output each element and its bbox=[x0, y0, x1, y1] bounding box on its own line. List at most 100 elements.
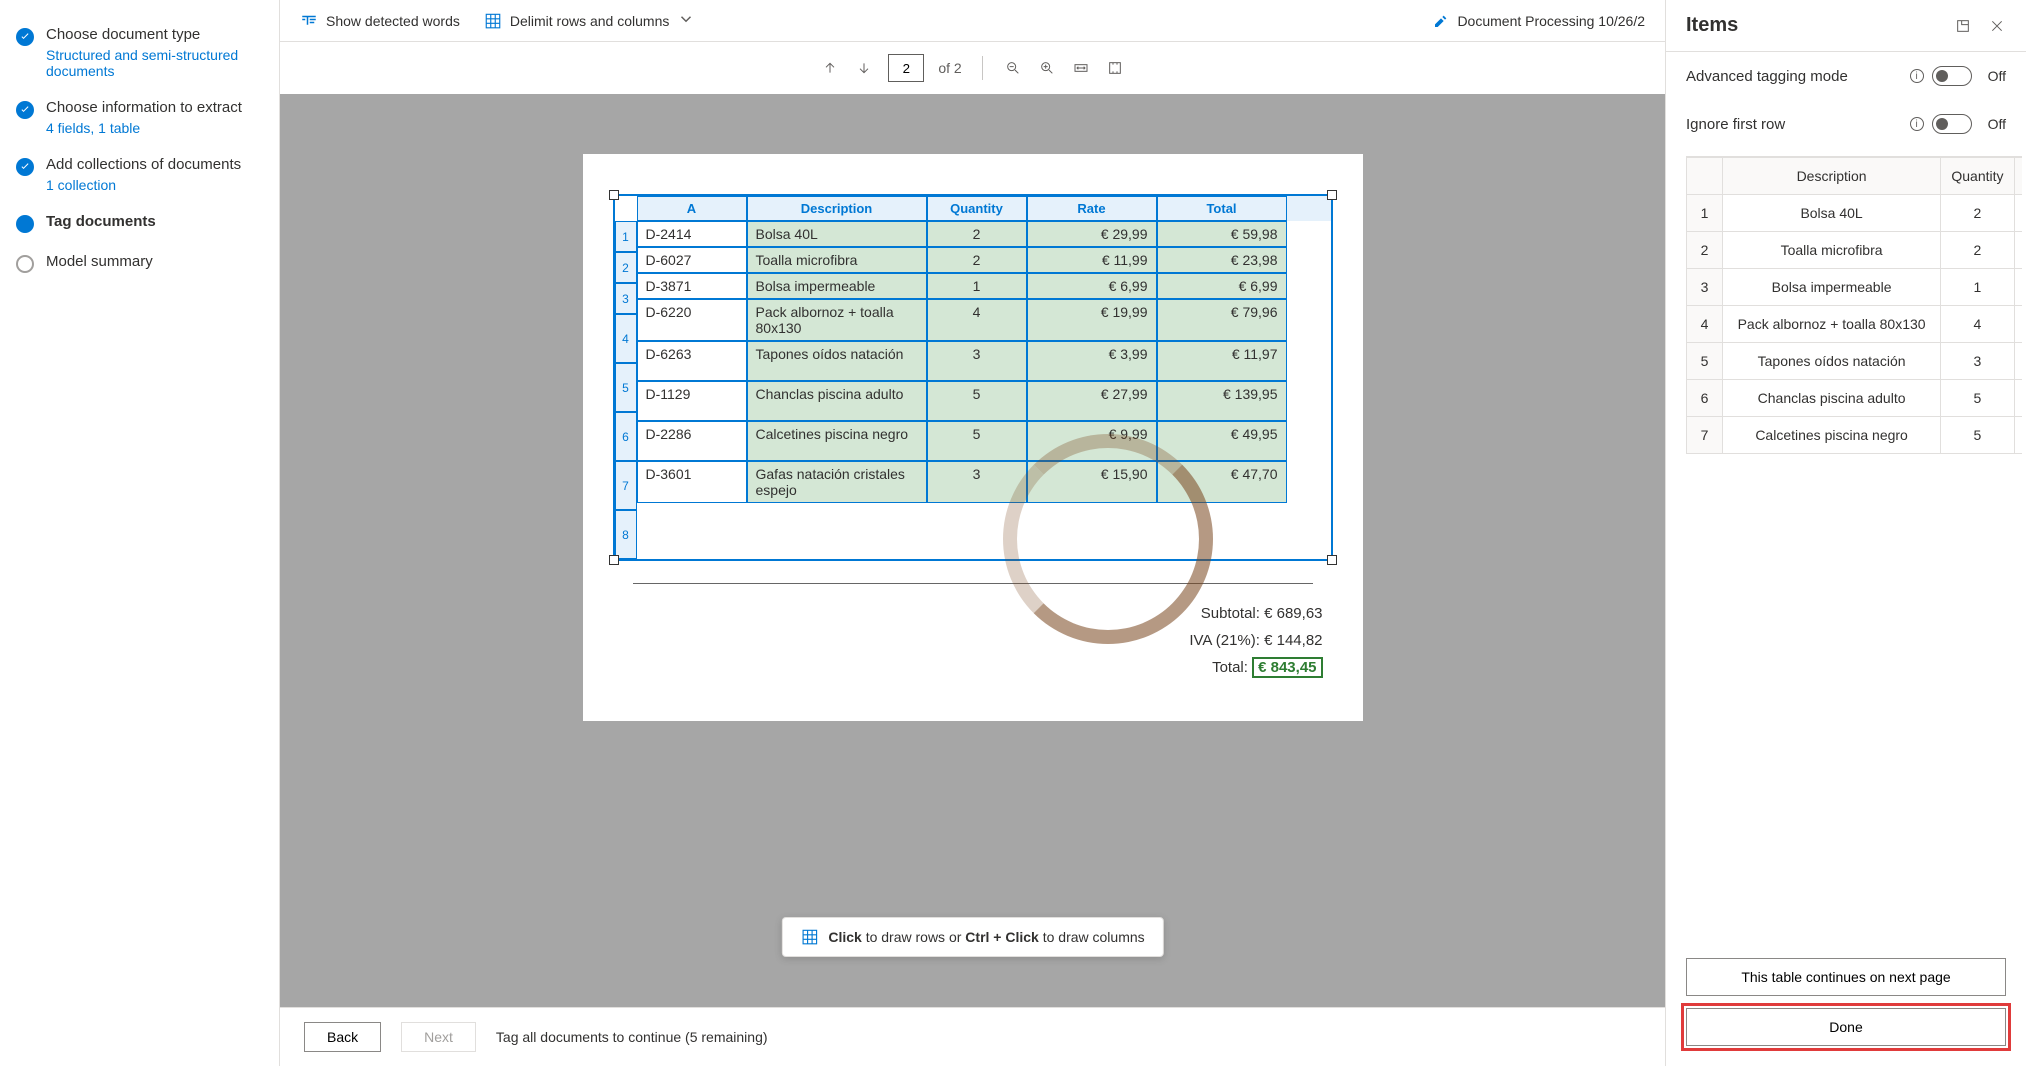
grid-cell[interactable]: Pack albornoz + toalla 80x130 bbox=[747, 299, 927, 341]
grid-cell[interactable]: € 29,99 bbox=[1027, 221, 1157, 247]
items-table-cell[interactable]: 5 bbox=[1687, 343, 1723, 380]
grid-cell[interactable]: 2 bbox=[927, 221, 1027, 247]
grid-row-number[interactable]: 3 bbox=[615, 283, 637, 314]
grid-cell[interactable]: € 49,95 bbox=[1157, 421, 1287, 461]
grid-cell[interactable]: Bolsa 40L bbox=[747, 221, 927, 247]
resize-handle-icon[interactable] bbox=[1327, 555, 1337, 565]
step-item[interactable]: Choose document typeStructured and semi-… bbox=[12, 16, 267, 89]
grid-cell[interactable]: € 3,99 bbox=[1027, 341, 1157, 381]
grid-row-number[interactable]: 1 bbox=[615, 221, 637, 252]
page-number-input[interactable] bbox=[888, 54, 924, 82]
canvas-scroll-area[interactable]: ADescriptionQuantityRateTotal 12345678 D… bbox=[280, 94, 1665, 1007]
resize-handle-icon[interactable] bbox=[609, 190, 619, 200]
grid-cell[interactable]: € 11,99 bbox=[1027, 247, 1157, 273]
resize-handle-icon[interactable] bbox=[609, 555, 619, 565]
document-name[interactable]: Document Processing 10/26/2 bbox=[1433, 13, 1645, 29]
grid-cell[interactable]: Tapones oídos natación bbox=[747, 341, 927, 381]
info-icon[interactable]: i bbox=[1910, 69, 1924, 83]
grid-cell[interactable]: € 6,99 bbox=[1027, 273, 1157, 299]
items-table-cell[interactable]: 7 bbox=[1687, 417, 1723, 454]
items-table-header[interactable]: Rat bbox=[2014, 158, 2022, 195]
items-table-cell[interactable]: 3 bbox=[1687, 269, 1723, 306]
items-table-cell[interactable]: 2 bbox=[1941, 195, 2015, 232]
grid-cell[interactable]: € 47,70 bbox=[1157, 461, 1287, 503]
items-table-cell[interactable]: € 9,9 bbox=[2014, 417, 2022, 454]
grid-cell[interactable]: 5 bbox=[927, 421, 1027, 461]
items-table-cell[interactable]: € 11, bbox=[2014, 232, 2022, 269]
items-table-cell[interactable]: Pack albornoz + toalla 80x130 bbox=[1723, 306, 1941, 343]
items-table-cell[interactable]: € 29, bbox=[2014, 195, 2022, 232]
grid-cell[interactable]: € 23,98 bbox=[1157, 247, 1287, 273]
grid-cell[interactable]: € 9,99 bbox=[1027, 421, 1157, 461]
ignore-first-row-toggle[interactable] bbox=[1932, 114, 1972, 134]
items-table-cell[interactable]: Calcetines piscina negro bbox=[1723, 417, 1941, 454]
items-table-cell[interactable]: 5 bbox=[1941, 380, 2015, 417]
info-icon[interactable]: i bbox=[1910, 117, 1924, 131]
grid-row-number[interactable]: 6 bbox=[615, 412, 637, 461]
show-detected-words-button[interactable]: Show detected words bbox=[300, 12, 460, 30]
grid-cell[interactable]: Toalla microfibra bbox=[747, 247, 927, 273]
items-table-cell[interactable]: 5 bbox=[1941, 417, 2015, 454]
items-table-header[interactable] bbox=[1687, 158, 1723, 195]
items-table-cell[interactable]: 4 bbox=[1687, 306, 1723, 343]
items-table-cell[interactable]: € 6,9 bbox=[2014, 269, 2022, 306]
zoom-in-icon[interactable] bbox=[1037, 58, 1057, 78]
delimit-rows-columns-button[interactable]: Delimit rows and columns bbox=[484, 10, 696, 31]
items-table-cell[interactable]: 1 bbox=[1941, 269, 2015, 306]
grid-cell[interactable]: D-2414 bbox=[637, 221, 747, 247]
items-table-cell[interactable]: € 19, bbox=[2014, 306, 2022, 343]
grid-cell[interactable]: € 139,95 bbox=[1157, 381, 1287, 421]
items-table-cell[interactable]: 1 bbox=[1687, 195, 1723, 232]
grid-cell[interactable]: € 27,99 bbox=[1027, 381, 1157, 421]
resize-handle-icon[interactable] bbox=[1327, 190, 1337, 200]
grid-cell[interactable]: D-1129 bbox=[637, 381, 747, 421]
grid-cell[interactable]: € 11,97 bbox=[1157, 341, 1287, 381]
items-table-cell[interactable]: Chanclas piscina adulto bbox=[1723, 380, 1941, 417]
grid-cell[interactable]: D-3871 bbox=[637, 273, 747, 299]
items-table-header[interactable]: Quantity bbox=[1941, 158, 2015, 195]
continues-next-page-button[interactable]: This table continues on next page bbox=[1686, 958, 2006, 996]
table-selection-overlay[interactable]: ADescriptionQuantityRateTotal 12345678 D… bbox=[613, 194, 1333, 561]
items-table-cell[interactable]: 6 bbox=[1687, 380, 1723, 417]
page-down-icon[interactable] bbox=[854, 58, 874, 78]
grid-column-header[interactable]: Total bbox=[1157, 196, 1287, 221]
grid-row-number[interactable]: 5 bbox=[615, 363, 637, 412]
grid-cell[interactable]: 1 bbox=[927, 273, 1027, 299]
grid-cell[interactable]: Gafas natación cristales espejo bbox=[747, 461, 927, 503]
grid-cell[interactable]: € 59,98 bbox=[1157, 221, 1287, 247]
total-tagged-value[interactable]: € 843,45 bbox=[1252, 657, 1322, 678]
step-item[interactable]: Add collections of documents1 collection bbox=[12, 146, 267, 203]
grid-row-number[interactable]: 7 bbox=[615, 461, 637, 510]
close-icon[interactable] bbox=[1988, 17, 2006, 35]
grid-cell[interactable]: 5 bbox=[927, 381, 1027, 421]
advanced-tagging-toggle[interactable] bbox=[1932, 66, 1972, 86]
grid-cell[interactable]: 3 bbox=[927, 341, 1027, 381]
grid-cell[interactable]: Calcetines piscina negro bbox=[747, 421, 927, 461]
grid-cell[interactable]: Bolsa impermeable bbox=[747, 273, 927, 299]
grid-cell[interactable]: 3 bbox=[927, 461, 1027, 503]
items-table-cell[interactable]: Tapones oídos natación bbox=[1723, 343, 1941, 380]
fit-page-icon[interactable] bbox=[1105, 58, 1125, 78]
grid-cell[interactable]: € 6,99 bbox=[1157, 273, 1287, 299]
step-item[interactable]: Model summary bbox=[12, 243, 267, 283]
grid-cell[interactable]: Chanclas piscina adulto bbox=[747, 381, 927, 421]
grid-column-header[interactable]: A bbox=[637, 196, 747, 221]
items-table-cell[interactable]: Bolsa impermeable bbox=[1723, 269, 1941, 306]
popout-icon[interactable] bbox=[1954, 17, 1972, 35]
items-table-cell[interactable]: Bolsa 40L bbox=[1723, 195, 1941, 232]
items-table-cell[interactable]: € 3,9 bbox=[2014, 343, 2022, 380]
items-table-cell[interactable]: 4 bbox=[1941, 306, 2015, 343]
items-table-cell[interactable]: 2 bbox=[1687, 232, 1723, 269]
items-table-cell[interactable]: Toalla microfibra bbox=[1723, 232, 1941, 269]
step-item[interactable]: Choose information to extract4 fields, 1… bbox=[12, 89, 267, 146]
grid-cell[interactable]: D-2286 bbox=[637, 421, 747, 461]
items-table-header[interactable]: Description bbox=[1723, 158, 1941, 195]
done-button[interactable]: Done bbox=[1686, 1008, 2006, 1046]
grid-cell[interactable]: 2 bbox=[927, 247, 1027, 273]
grid-cell[interactable]: D-6027 bbox=[637, 247, 747, 273]
grid-cell[interactable]: € 79,96 bbox=[1157, 299, 1287, 341]
step-item[interactable]: Tag documents bbox=[12, 203, 267, 243]
items-table-cell[interactable]: € 27, bbox=[2014, 380, 2022, 417]
grid-row-number[interactable]: 8 bbox=[615, 510, 637, 559]
grid-cell[interactable]: D-6263 bbox=[637, 341, 747, 381]
